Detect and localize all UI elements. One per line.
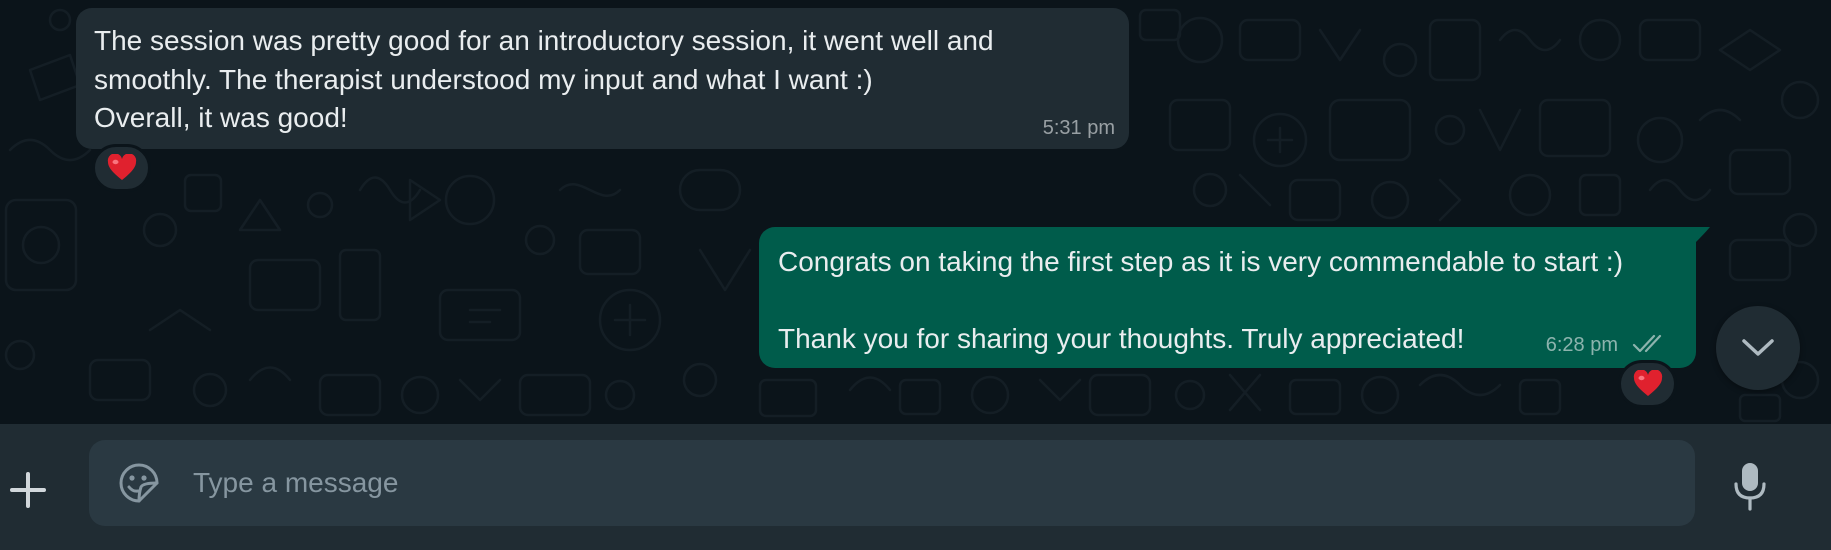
microphone-icon[interactable] bbox=[1728, 460, 1772, 512]
message-text-line: The session was pretty good for an intro… bbox=[94, 25, 994, 56]
plus-icon[interactable] bbox=[6, 468, 50, 512]
message-text-line: Congrats on taking the first step as it … bbox=[778, 246, 1624, 277]
message-input[interactable] bbox=[193, 440, 1673, 526]
bubble-tail bbox=[1695, 227, 1710, 243]
scroll-to-bottom-button[interactable] bbox=[1716, 306, 1800, 390]
heart-reaction[interactable] bbox=[92, 144, 151, 192]
message-input-box bbox=[89, 440, 1695, 526]
chevron-down-icon bbox=[1742, 339, 1774, 356]
incoming-message[interactable]: The session was pretty good for an intro… bbox=[76, 8, 1129, 149]
message-text-line: smoothly. The therapist understood my in… bbox=[94, 63, 873, 95]
message-text-line: Thank you for sharing your thoughts. Tru… bbox=[778, 323, 1465, 354]
red-heart-icon bbox=[1633, 370, 1662, 396]
double-check-icon bbox=[1632, 334, 1662, 353]
chat-panel: The session was pretty good for an intro… bbox=[0, 0, 1831, 424]
message-timestamp: 5:31 pm bbox=[1042, 117, 1115, 139]
sticker-icon[interactable] bbox=[117, 461, 161, 505]
message-composer bbox=[0, 424, 1831, 550]
message-text-line: Overall, it was good! bbox=[94, 102, 348, 133]
outgoing-message[interactable]: Congrats on taking the first step as it … bbox=[759, 227, 1696, 368]
red-heart-icon bbox=[107, 154, 136, 180]
message-timestamp: 6:28 pm bbox=[1545, 334, 1618, 356]
heart-reaction[interactable] bbox=[1618, 360, 1677, 408]
